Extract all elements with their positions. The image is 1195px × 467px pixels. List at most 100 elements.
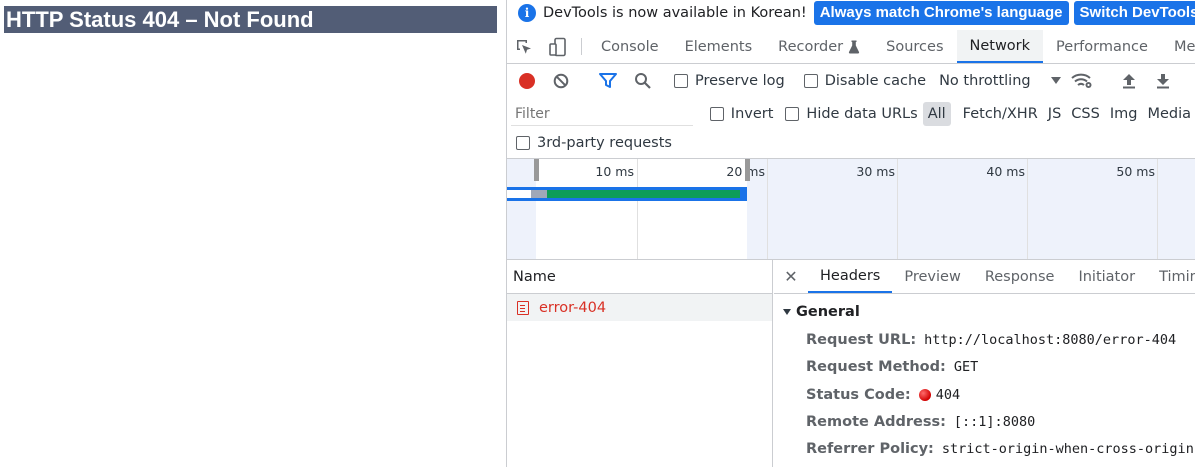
- tick-label: 10 ms: [595, 164, 634, 179]
- tab-performance[interactable]: Performance: [1043, 30, 1161, 63]
- type-filter-js[interactable]: JS: [1043, 102, 1066, 126]
- clear-button[interactable]: [544, 64, 578, 97]
- type-filter-css[interactable]: CSS: [1066, 102, 1105, 126]
- devtools-panel: i DevTools is now available in Korean! A…: [506, 0, 1195, 467]
- tick-label: 20 ms: [726, 164, 765, 179]
- general-section-toggle[interactable]: General: [783, 304, 860, 320]
- preserve-log-checkbox[interactable]: Preserve log: [674, 73, 785, 89]
- third-party-requests-checkbox[interactable]: 3rd-party requests: [516, 131, 672, 155]
- hide-data-urls-checkbox[interactable]: Hide data URLs: [785, 106, 918, 122]
- general-section-title: General: [796, 304, 860, 320]
- third-party-box[interactable]: [516, 136, 530, 150]
- referrer-policy-row: Referrer Policy: strict-origin-when-cros…: [806, 441, 1194, 457]
- tab-console[interactable]: Console: [588, 30, 672, 63]
- overview-left-handle[interactable]: [534, 159, 539, 181]
- request-url-row: Request URL: http://localhost:8080/error…: [806, 332, 1176, 348]
- document-icon: [517, 300, 529, 315]
- network-overview[interactable]: 10 ms 20 ms 30 ms 40 ms 50 ms: [507, 158, 1195, 260]
- gridline: [637, 159, 638, 259]
- invert-checkbox[interactable]: Invert: [709, 106, 773, 122]
- filter-toggle-button[interactable]: [591, 64, 625, 97]
- close-icon[interactable]: ✕: [774, 260, 808, 293]
- request-url-value: http://localhost:8080/error-404: [924, 332, 1177, 348]
- type-filter-media[interactable]: Media: [1142, 102, 1195, 126]
- export-har-button[interactable]: [1146, 64, 1180, 97]
- infobar-message: DevTools is now available in Korean!: [543, 5, 807, 21]
- referrer-policy-value: strict-origin-when-cross-origin: [941, 441, 1194, 457]
- remote-address-value: [::1]:8080: [953, 414, 1036, 430]
- tab-elements[interactable]: Elements: [672, 30, 766, 63]
- info-icon: i: [518, 4, 536, 22]
- always-match-language-button[interactable]: Always match Chrome's language: [813, 1, 1069, 25]
- gridline: [1157, 159, 1158, 259]
- preserve-log-box[interactable]: [674, 73, 688, 88]
- triangle-down-icon: [783, 309, 791, 315]
- device-toolbar-icon[interactable]: [541, 30, 575, 63]
- filter-bar: Invert Hide data URLs All Fetch/XHR JS C…: [507, 99, 1195, 129]
- inspect-element-icon[interactable]: [507, 30, 541, 63]
- throttling-select[interactable]: No throttling: [939, 73, 1061, 89]
- overview-right-handle[interactable]: [745, 159, 750, 181]
- request-details: ✕ Headers Preview Response Initiator Tim…: [774, 260, 1195, 467]
- network-toolbar: Preserve log Disable cache No throttling: [507, 64, 1195, 97]
- tab-preview[interactable]: Preview: [892, 260, 972, 293]
- type-filter-all[interactable]: All: [922, 102, 951, 126]
- disable-cache-box[interactable]: [803, 73, 818, 88]
- tab-network[interactable]: Network: [956, 30, 1044, 63]
- record-icon: [519, 72, 535, 89]
- request-method-row: Request Method: GET: [806, 359, 978, 375]
- search-icon: [634, 73, 651, 89]
- upload-icon: [1122, 73, 1135, 88]
- tick-label: 30 ms: [856, 164, 895, 179]
- record-button[interactable]: [510, 64, 544, 97]
- request-method-label: Request Method:: [806, 359, 946, 375]
- switch-to-korean-button[interactable]: Switch DevTools to Korean: [1073, 1, 1195, 25]
- details-tabbar: ✕ Headers Preview Response Initiator Tim…: [774, 260, 1195, 294]
- download-icon: [1156, 73, 1169, 88]
- third-party-label: 3rd-party requests: [537, 135, 672, 151]
- chevron-down-icon: [1050, 77, 1061, 84]
- language-infobar: i DevTools is now available in Korean! A…: [507, 0, 1195, 26]
- devtools-tabbar: Console Elements Recorder Sources Networ…: [507, 30, 1195, 64]
- request-name: error-404: [539, 299, 607, 316]
- tab-recorder[interactable]: Recorder: [765, 30, 873, 63]
- tab-headers[interactable]: Headers: [808, 260, 893, 293]
- hide-data-urls-box[interactable]: [785, 107, 800, 121]
- type-filter-img[interactable]: Img: [1105, 102, 1143, 126]
- tab-sources[interactable]: Sources: [873, 30, 956, 63]
- status-error-icon: [918, 389, 931, 401]
- request-row[interactable]: error-404: [507, 294, 772, 321]
- remote-address-row: Remote Address: [::1]:8080: [806, 414, 1035, 430]
- clear-icon: [553, 73, 569, 88]
- hide-data-urls-label: Hide data URLs: [806, 106, 918, 122]
- tab-response[interactable]: Response: [973, 260, 1067, 293]
- request-list: Name error-404: [507, 260, 773, 467]
- search-button[interactable]: [625, 64, 659, 97]
- separator: [581, 38, 582, 55]
- referrer-policy-label: Referrer Policy:: [806, 441, 934, 457]
- disable-cache-label: Disable cache: [824, 72, 927, 89]
- gridline: [897, 159, 898, 259]
- tab-recorder-label: Recorder: [778, 38, 844, 55]
- tick-label: 50 ms: [1116, 164, 1155, 179]
- name-column-header[interactable]: Name: [507, 260, 772, 294]
- import-har-button[interactable]: [1112, 64, 1146, 97]
- tab-timing[interactable]: Timing: [1147, 260, 1195, 293]
- overview-bar-stalled: [531, 190, 547, 198]
- overview-bar-queue: [507, 190, 531, 198]
- gridline: [767, 159, 768, 259]
- network-conditions-button[interactable]: [1065, 64, 1099, 97]
- remote-address-label: Remote Address:: [806, 414, 946, 430]
- throttling-value: No throttling: [939, 72, 1031, 89]
- gridline: [1027, 159, 1028, 259]
- tab-initiator[interactable]: Initiator: [1066, 260, 1147, 293]
- disable-cache-checkbox[interactable]: Disable cache: [803, 72, 927, 89]
- overview-bar-waiting: [547, 190, 740, 198]
- wifi-settings-icon: [1070, 73, 1092, 88]
- status-code-label: Status Code:: [806, 387, 911, 403]
- request-url-label: Request URL:: [806, 332, 917, 348]
- type-filter-fetch-xhr[interactable]: Fetch/XHR: [958, 102, 1043, 126]
- tab-memory[interactable]: Memory: [1161, 30, 1195, 63]
- invert-box[interactable]: [709, 107, 724, 121]
- filter-input[interactable]: [511, 102, 693, 126]
